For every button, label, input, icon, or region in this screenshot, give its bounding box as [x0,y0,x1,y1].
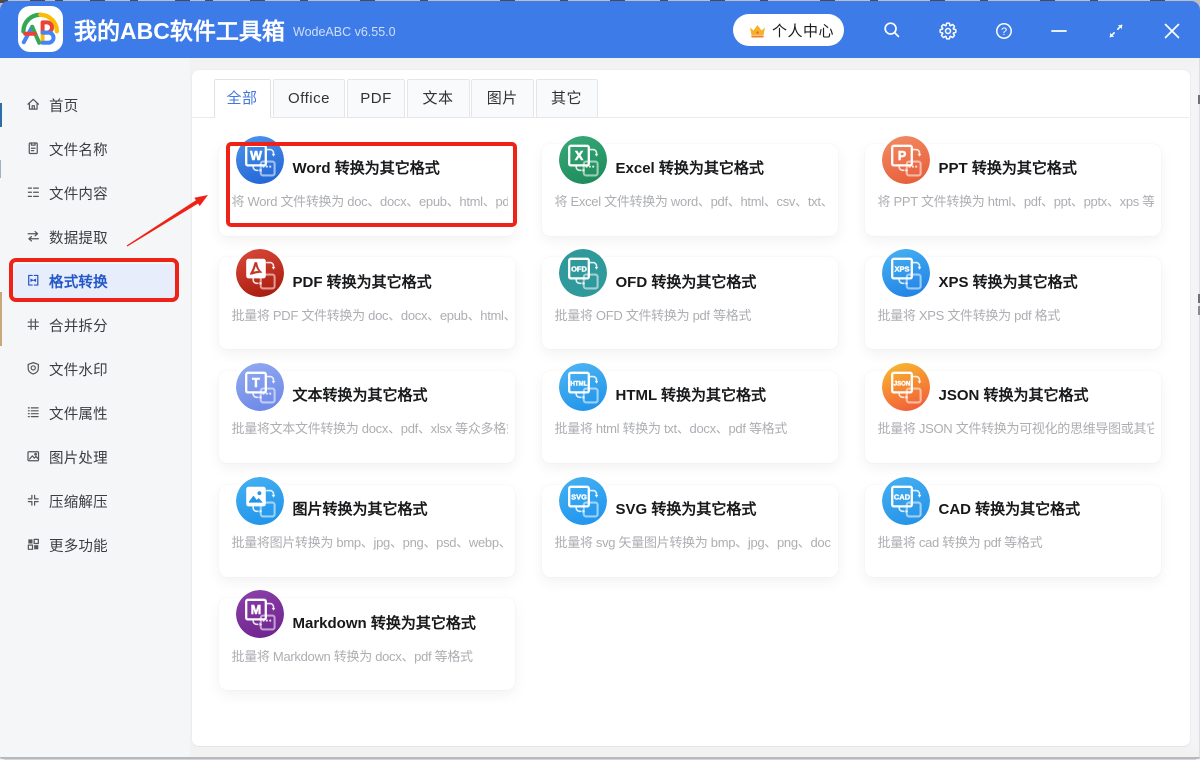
svg-text:?: ? [1001,26,1007,38]
svg-text:M: M [250,603,260,617]
svg-text:SVG: SVG [571,492,587,501]
svg-text:CAD: CAD [893,492,910,501]
svg-text:T: T [252,376,260,390]
svg-text:OFD: OFD [571,265,587,274]
svg-text:XPS: XPS [894,265,909,274]
svg-text:P: P [897,149,905,163]
svg-text:HTML: HTML [570,380,587,387]
svg-text:X: X [574,149,583,163]
svg-text:JSON: JSON [893,380,910,387]
